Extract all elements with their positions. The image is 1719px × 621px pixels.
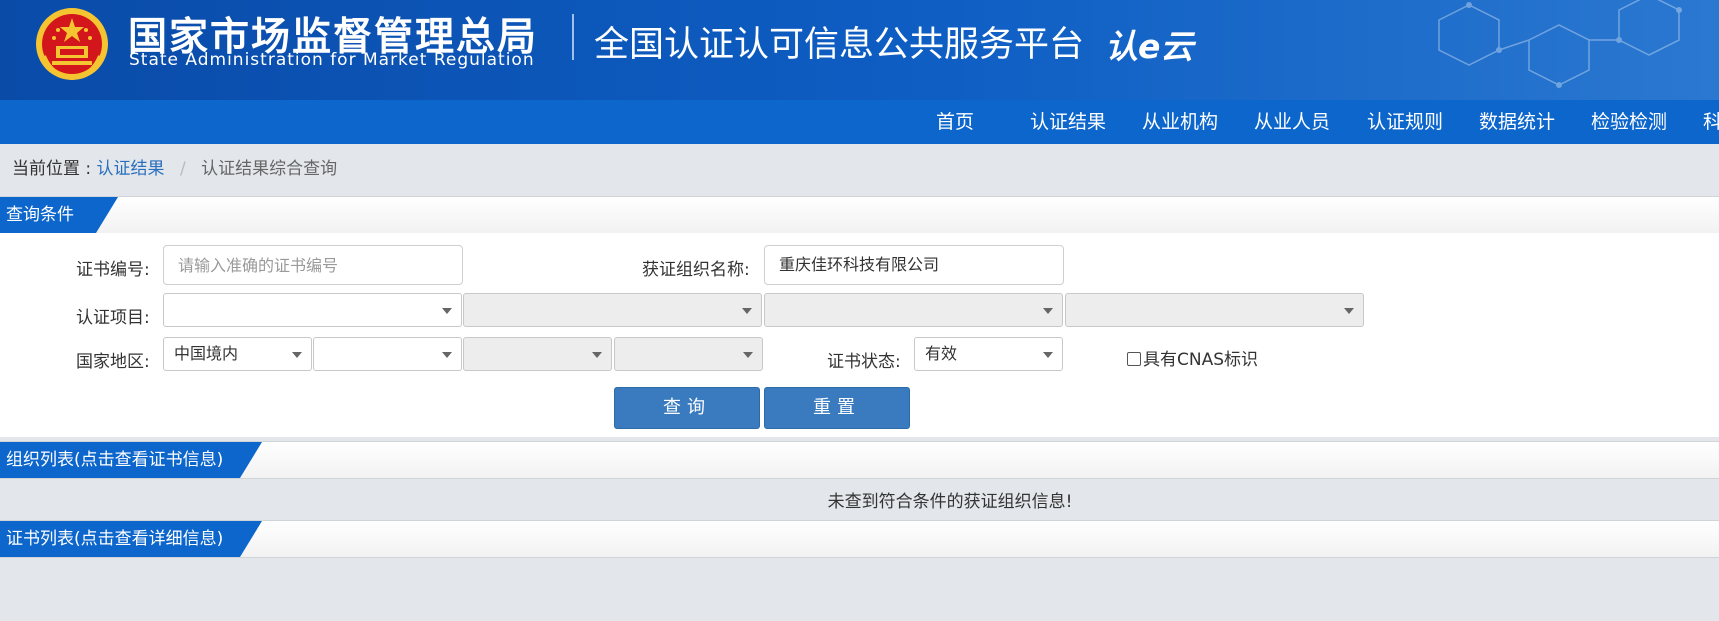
renzheng-cloud-logo: 认e云 [1105,27,1194,66]
query-section-title: 查询条件 [0,197,118,233]
cert-list-section-title: 证书列表(点击查看详细信息) [0,521,262,557]
cert-project-select-1[interactable] [163,293,462,327]
nav-item-cert-results[interactable]: 认证结果 [1030,100,1106,144]
org-list-section-title: 组织列表(点击查看证书信息) [0,442,262,478]
breadcrumb-separator: / [179,159,186,179]
org-name-input[interactable]: 重庆佳环科技有限公司 [764,245,1064,285]
header-divider [572,14,574,60]
org-name-label: 获证组织名称: [642,260,750,280]
cert-list-section-title-text: 证书列表(点击查看详细信息) [6,529,224,549]
nav-item-personnel[interactable]: 从业人员 [1254,100,1330,144]
platform-title: 全国认证认可信息公共服务平台 [594,25,1085,65]
agency-title-en: State Administration for Market Regulati… [129,50,535,70]
nav-item-home[interactable]: 首页 [936,100,974,144]
chevron-down-icon [442,308,452,314]
cert-no-input[interactable] [163,245,463,285]
site-header: 国家市场监督管理总局 State Administration for Mark… [0,0,1719,100]
national-emblem-icon [36,8,108,81]
cert-project-label: 认证项目: [76,308,150,328]
cert-no-label: 证书编号: [76,260,150,280]
nav-item-more[interactable]: 科 [1703,100,1719,144]
chevron-down-icon [1043,352,1053,358]
nav-item-statistics[interactable]: 数据统计 [1479,100,1555,144]
breadcrumb: 当前位置 : 认证结果 / 认证结果综合查询 [12,154,337,179]
breadcrumb-link-cert-results[interactable]: 认证结果 [97,159,165,179]
breadcrumb-current: 认证结果综合查询 [201,159,338,179]
cert-project-select-2[interactable] [463,293,762,327]
region-select-country[interactable]: 中国境内 [163,337,312,371]
chevron-down-icon [442,352,452,358]
cert-status-select[interactable]: 有效 [914,337,1063,371]
org-list-empty-message: 未查到符合条件的获证组织信息! [827,492,1073,512]
cnas-checkbox[interactable] [1127,352,1141,366]
query-section-title-text: 查询条件 [6,205,74,225]
cert-list-section-bar: 证书列表(点击查看详细信息) [0,520,1719,558]
cnas-checkbox-label: 具有CNAS标识 [1143,350,1259,370]
breadcrumb-prefix: 当前位置 : [12,159,92,179]
chevron-down-icon [743,352,753,358]
chevron-down-icon [742,308,752,314]
query-section-bar: 查询条件 [0,196,1719,234]
nav-item-rules[interactable]: 认证规则 [1367,100,1443,144]
cert-project-select-4[interactable] [1065,293,1364,327]
chevron-down-icon [592,352,602,358]
region-select-city[interactable] [463,337,612,371]
chevron-down-icon [1043,308,1053,314]
region-label: 国家地区: [76,352,150,372]
chevron-down-icon [292,352,302,358]
chevron-down-icon [1344,308,1354,314]
nav-item-institutions[interactable]: 从业机构 [1142,100,1218,144]
org-list-section-bar: 组织列表(点击查看证书信息) [0,441,1719,479]
cnas-checkbox-row[interactable]: 具有CNAS标识 [1127,345,1258,370]
cert-status-label: 证书状态: [827,352,901,372]
nav-item-inspection[interactable]: 检验检测 [1591,100,1667,144]
cert-project-select-3[interactable] [764,293,1063,327]
org-list-section-title-text: 组织列表(点击查看证书信息) [6,450,224,470]
region-select-district[interactable] [614,337,763,371]
main-nav: 首页 认证结果 从业机构 从业人员 认证规则 数据统计 检验检测 科 [0,100,1719,144]
network-decoration [1438,0,1682,88]
reset-button[interactable]: 重置 [764,387,910,429]
search-button[interactable]: 查询 [614,387,760,429]
region-select-province[interactable] [313,337,462,371]
